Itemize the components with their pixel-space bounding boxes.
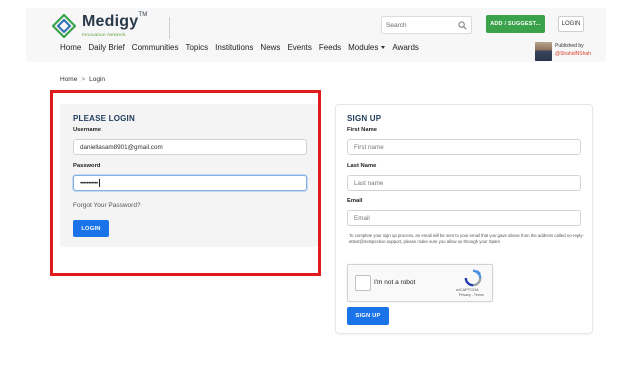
logo-trademark: TM <box>138 12 148 18</box>
recaptcha-label: I'm not a robot <box>374 279 416 286</box>
nav-feeds[interactable]: Feeds <box>319 43 341 52</box>
recaptcha-widget: I'm not a robot reCAPTCHA Privacy - Term… <box>347 264 493 302</box>
breadcrumb-home[interactable]: Home <box>60 76 77 83</box>
nav-news[interactable]: News <box>260 43 280 52</box>
breadcrumb-separator: > <box>81 76 86 83</box>
medigy-logo[interactable]: MedigyTM Innovation Network <box>52 12 172 40</box>
last-name-label: Last Name <box>347 163 377 169</box>
logo-divider <box>169 17 170 39</box>
medigy-logo-icon <box>52 14 76 38</box>
recaptcha-brand: reCAPTCHA <box>456 287 479 292</box>
first-name-field[interactable]: First name <box>347 139 581 155</box>
recaptcha-privacy-terms[interactable]: Privacy - Terms <box>459 293 484 297</box>
breadcrumb: Home > Login <box>60 76 105 83</box>
logo-wordmark: MedigyTM <box>82 12 148 30</box>
nav-modules[interactable]: Modules <box>348 43 386 52</box>
first-name-label: First Name <box>347 127 377 133</box>
add-suggest-button[interactable]: ADD / SUGGEST... <box>486 15 545 33</box>
header-login-button[interactable]: LOGIN <box>558 16 584 32</box>
author-link[interactable]: @ShahidNShah <box>555 51 591 57</box>
search-input[interactable] <box>386 19 452 31</box>
email-label: Email <box>347 198 363 204</box>
nav-events[interactable]: Events <box>287 43 311 52</box>
search-box[interactable] <box>381 16 472 34</box>
first-name-placeholder: First name <box>354 143 384 151</box>
recaptcha-icon <box>464 269 482 287</box>
published-by-label: Published by <box>555 43 584 49</box>
breadcrumb-current: Login <box>89 76 106 83</box>
highlight-box <box>50 90 321 276</box>
main-nav: Home Daily Brief Communities Topics Inst… <box>60 43 426 52</box>
logo-tagline: Innovation Network <box>82 32 126 37</box>
nav-institutions[interactable]: Institutions <box>215 43 253 52</box>
published-by: Published by @ShahidNShah <box>535 42 605 62</box>
signup-title: SIGN UP <box>347 114 382 123</box>
nav-modules-label: Modules <box>348 43 379 52</box>
nav-topics[interactable]: Topics <box>185 43 208 52</box>
email-field[interactable]: Email <box>347 210 581 226</box>
nav-daily-brief[interactable]: Daily Brief <box>88 43 124 52</box>
recaptcha-checkbox[interactable] <box>355 275 371 291</box>
signup-button[interactable]: SIGN UP <box>347 307 389 325</box>
signup-note: To complete your sign up process, an ema… <box>349 233 584 244</box>
author-avatar[interactable] <box>535 42 552 61</box>
chevron-down-icon <box>381 46 386 49</box>
site-header: MedigyTM Innovation Network ADD / SUGGES… <box>26 8 606 62</box>
last-name-field[interactable]: Last name <box>347 175 581 191</box>
nav-communities[interactable]: Communities <box>132 43 179 52</box>
last-name-placeholder: Last name <box>354 179 384 187</box>
search-icon[interactable] <box>458 21 467 30</box>
nav-home[interactable]: Home <box>60 43 81 52</box>
email-placeholder: Email <box>354 214 370 222</box>
nav-awards[interactable]: Awards <box>392 43 419 52</box>
